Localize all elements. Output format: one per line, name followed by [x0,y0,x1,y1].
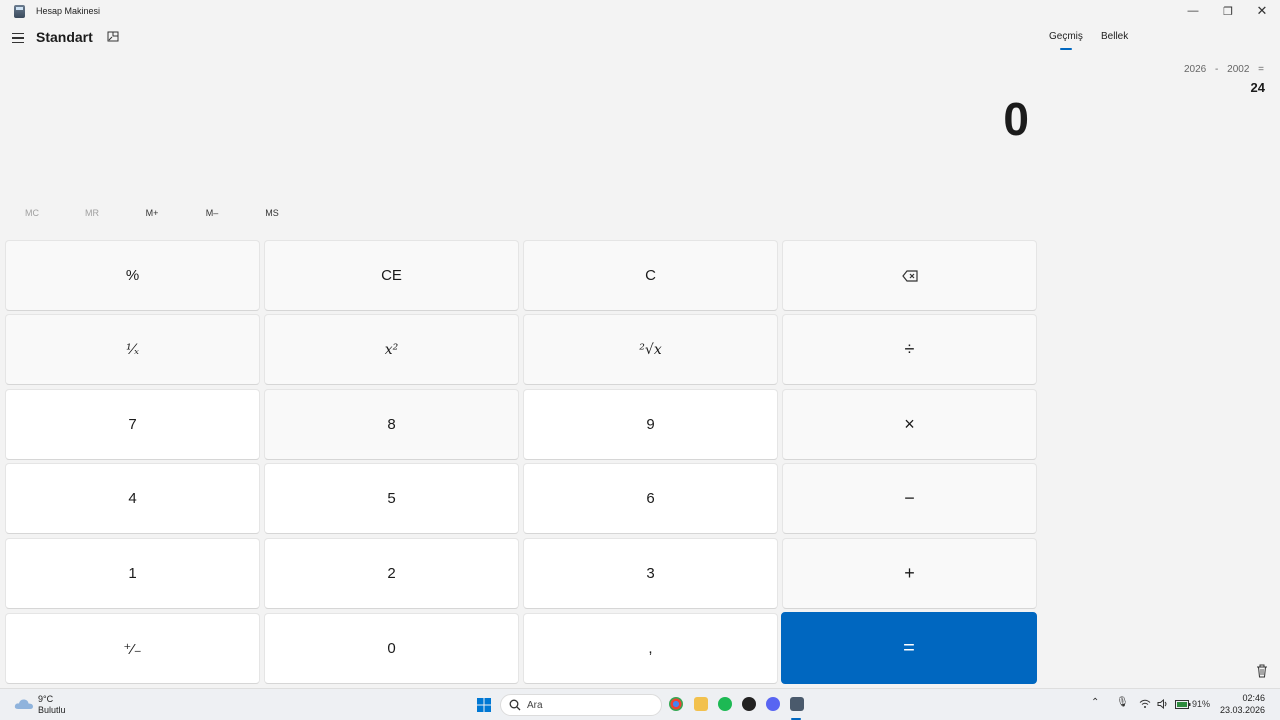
history-expression[interactable]: 2026 - 2002 = [1184,64,1264,75]
trash-icon[interactable] [1255,664,1269,678]
weather-description[interactable]: Bulutlu [38,705,66,715]
search-placeholder: Ara [527,700,543,711]
hamburger-menu-icon[interactable] [10,30,26,46]
windows-start-icon[interactable] [477,698,491,712]
backspace-icon [901,269,918,282]
discord-icon[interactable] [766,697,780,711]
percent-button[interactable]: % [5,240,260,311]
spotify-icon[interactable] [718,697,732,711]
tab-history[interactable]: Geçmiş [1049,31,1083,42]
battery-percentage[interactable]: 91% [1192,699,1210,709]
memory-subtract-button[interactable]: M– [190,208,234,222]
chrome-icon[interactable] [669,697,683,711]
subtract-button[interactable]: − [782,463,1037,534]
memory-recall-button[interactable]: MR [70,208,114,222]
add-button[interactable]: + [782,538,1037,609]
app-icon-dark[interactable] [742,697,756,711]
digit-0-button[interactable]: 0 [264,613,519,684]
taskbar-search-box[interactable]: Ara [500,694,662,716]
decimal-separator-button[interactable]: , [523,613,778,684]
show-hidden-icons-chevron-icon[interactable]: ⌃ [1091,697,1099,708]
memory-store-button[interactable]: MS [250,208,294,222]
minimize-button[interactable]: — [1176,0,1210,22]
clear-entry-button[interactable]: CE [264,240,519,311]
file-explorer-icon[interactable] [694,697,708,711]
battery-icon[interactable] [1175,700,1191,709]
reciprocal-button[interactable]: ¹⁄ₓ [5,314,260,385]
clock-date[interactable]: 23.03.2026 [1220,705,1265,715]
maximize-button[interactable]: ❐ [1211,0,1245,22]
calculator-app-icon [14,5,25,18]
tab-memory[interactable]: Bellek [1101,31,1128,42]
square-button[interactable]: x² [264,314,519,385]
taskbar: 9°C Bulutlu Ara ⌃ 🎙 91% 02:46 23.03.2026 [0,688,1280,720]
memory-add-button[interactable]: M+ [130,208,174,222]
divide-button[interactable]: ÷ [782,314,1037,385]
digit-5-button[interactable]: 5 [264,463,519,534]
digit-9-button[interactable]: 9 [523,389,778,460]
calculator-taskbar-icon[interactable] [790,697,804,711]
equals-button[interactable]: = [781,612,1037,684]
cloud-icon[interactable] [14,698,34,710]
backspace-button[interactable] [782,240,1037,311]
close-button[interactable]: ✕ [1245,0,1279,22]
digit-3-button[interactable]: 3 [523,538,778,609]
digit-1-button[interactable]: 1 [5,538,260,609]
wifi-icon[interactable] [1139,699,1151,709]
digit-8-button[interactable]: 8 [264,389,519,460]
window-title: Hesap Makinesi [36,6,101,16]
digit-7-button[interactable]: 7 [5,389,260,460]
digit-2-button[interactable]: 2 [264,538,519,609]
history-result[interactable]: 24 [1251,80,1265,95]
clear-button[interactable]: C [523,240,778,311]
multiply-button[interactable]: × [782,389,1037,460]
volume-icon[interactable] [1157,699,1169,709]
mode-title: Standart [36,29,93,45]
square-root-button[interactable]: ²√x [523,314,778,385]
search-icon [509,699,521,711]
display-value: 0 [1003,93,1029,145]
memory-clear-button[interactable]: MC [10,208,54,222]
weather-temperature[interactable]: 9°C [38,694,53,704]
keep-on-top-icon[interactable] [106,30,120,44]
active-tab-indicator [1060,48,1072,50]
clock-time[interactable]: 02:46 [1242,693,1265,703]
title-bar: Hesap Makinesi — ❐ ✕ [0,0,1280,24]
negate-button[interactable]: ⁺⁄₋ [5,613,260,684]
digit-6-button[interactable]: 6 [523,463,778,534]
digit-4-button[interactable]: 4 [5,463,260,534]
microphone-icon[interactable]: 🎙 [1116,697,1129,708]
